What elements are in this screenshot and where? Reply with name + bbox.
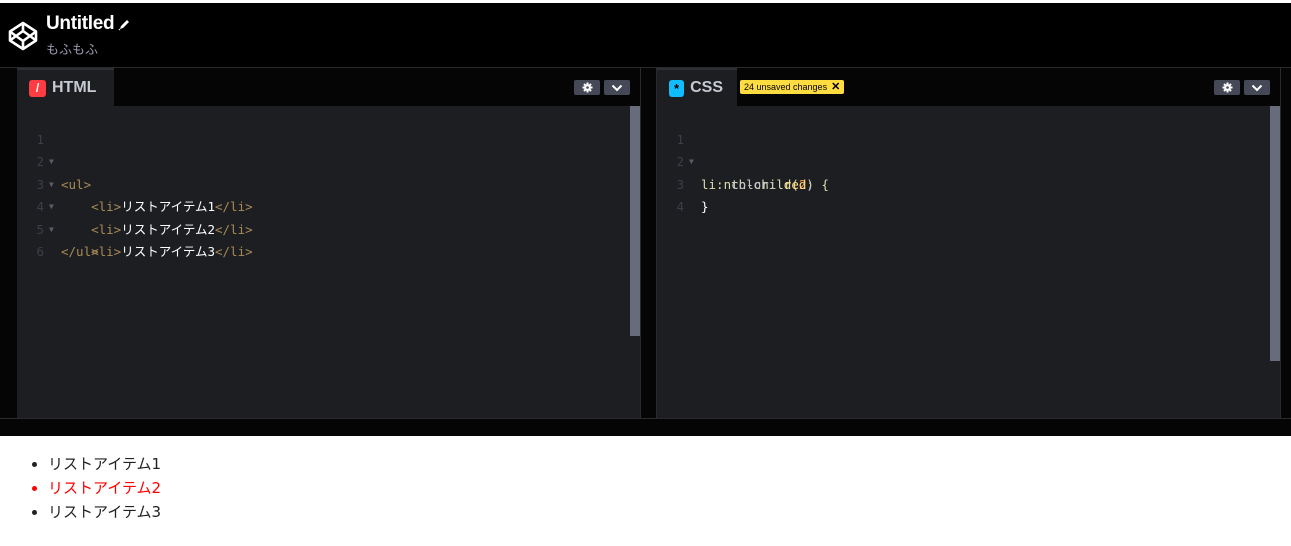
css-tab[interactable]: * CSS	[657, 68, 737, 106]
code-line: 5 </ul>	[17, 196, 640, 260]
html-settings-button[interactable]	[574, 80, 600, 95]
css-editor-pane: * CSS 24 unsaved changes ✕ 1 ▼ li:nth-ch…	[657, 68, 1280, 419]
editors-area: / HTML 1 ▼ <ul> 2 ▼ <li>リストアイテム1</li> 3 …	[0, 67, 1291, 419]
html-collapse-button[interactable]	[604, 80, 630, 95]
chevron-down-icon	[1251, 84, 1263, 91]
line-number: 6	[36, 244, 44, 259]
pen-title[interactable]: Untitled	[46, 13, 115, 35]
unsaved-changes-text: 24 unsaved changes	[744, 82, 828, 92]
code-line: 2 ▼ <li>リストアイテム1</li>	[17, 129, 640, 214]
html-tab-label: HTML	[52, 79, 97, 96]
code-line: 3 ▼ <li>リストアイテム2</li>	[17, 151, 640, 237]
css-tools	[1214, 80, 1270, 95]
preview-list-item: リストアイテム3	[48, 500, 1291, 524]
html-scrollbar[interactable]	[630, 106, 640, 336]
html-code-editor[interactable]: 1 ▼ <ul> 2 ▼ <li>リストアイテム1</li> 3 ▼ <li>リ…	[17, 106, 640, 419]
code-line: 1 ▼ li:nth-child(2) {	[657, 106, 1280, 192]
preview-list-item: リストアイテム2	[48, 476, 1291, 500]
html-editor-pane: / HTML 1 ▼ <ul> 2 ▼ <li>リストアイテム1</li> 3 …	[17, 68, 640, 419]
pen-author[interactable]: もふもふ	[46, 39, 98, 58]
code-line: 6	[17, 219, 640, 259]
css-collapse-button[interactable]	[1244, 80, 1270, 95]
code-line: 1 ▼ <ul>	[17, 106, 640, 192]
line-number: 4	[676, 199, 684, 214]
html-slash-icon: /	[29, 79, 46, 97]
pane-resize-handle[interactable]	[640, 68, 657, 419]
title-row: Untitled	[46, 13, 131, 35]
preview-list: リストアイテム1 リストアイテム2 リストアイテム3	[0, 452, 1291, 524]
css-settings-button[interactable]	[1214, 80, 1240, 95]
code-line: 2 color: red;	[657, 129, 1280, 192]
result-resize-bar[interactable]	[0, 418, 1291, 437]
left-gutter	[0, 68, 17, 419]
code-line: 4 ▼ <li>リストアイテム3</li>	[17, 174, 640, 259]
css-pane-header: * CSS 24 unsaved changes ✕	[657, 68, 1280, 106]
gear-icon	[1222, 82, 1232, 93]
chevron-down-icon	[611, 84, 623, 91]
right-gutter	[1280, 68, 1291, 419]
codepen-logo-icon[interactable]	[8, 21, 38, 51]
html-tools	[574, 80, 630, 95]
header: Untitled もふもふ	[0, 3, 1291, 67]
preview-output: リストアイテム1 リストアイテム2 リストアイテム3	[0, 436, 1291, 546]
code-token: リストアイテム3	[121, 244, 215, 259]
gear-icon	[582, 82, 592, 93]
preview-list-item: リストアイテム1	[48, 452, 1291, 476]
pencil-icon[interactable]	[118, 18, 131, 31]
code-token: </li>	[215, 244, 253, 259]
css-tab-label: CSS	[690, 79, 723, 96]
close-icon[interactable]: ✕	[831, 81, 840, 92]
html-pane-header: / HTML	[17, 68, 640, 106]
code-line: 4	[657, 174, 1280, 214]
css-code-editor[interactable]: 1 ▼ li:nth-child(2) { 2 color: red; 3 } …	[657, 106, 1280, 419]
html-tab[interactable]: / HTML	[17, 68, 114, 106]
asterisk-icon: *	[669, 79, 685, 97]
unsaved-changes-badge[interactable]: 24 unsaved changes ✕	[740, 80, 845, 94]
code-line: 3 }	[657, 151, 1280, 215]
css-scrollbar[interactable]	[1270, 106, 1280, 361]
